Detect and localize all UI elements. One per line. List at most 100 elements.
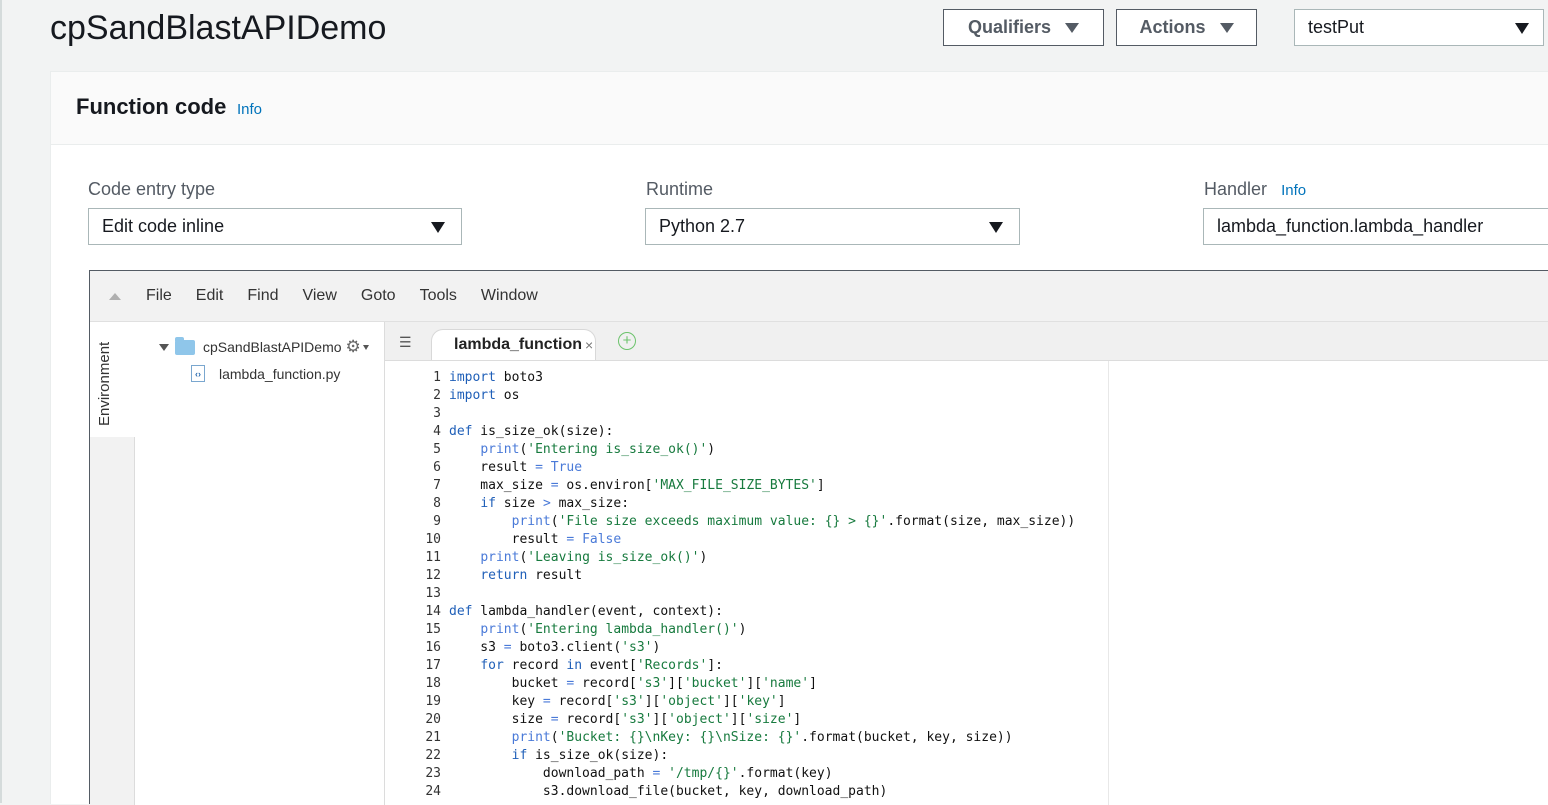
code-line: def lambda_handler(event, context):	[449, 604, 723, 619]
line-number: 23	[425, 766, 441, 781]
qualifiers-button[interactable]: Qualifiers	[943, 9, 1104, 46]
code-line: print('Entering is_size_ok()')	[480, 442, 716, 457]
expand-arrow-icon[interactable]	[159, 343, 169, 351]
handler-input[interactable]: lambda_function.lambda_handler	[1203, 208, 1548, 245]
collapse-icon[interactable]	[109, 293, 121, 300]
line-number: 7	[433, 478, 441, 493]
code-line: s3.download_file(bucket, key, download_p…	[449, 784, 888, 799]
code-line: size = record['s3']['object']['size']	[449, 712, 802, 727]
test-event-select[interactable]: testPut	[1294, 9, 1544, 46]
code-line: import os	[449, 388, 520, 403]
line-number: 21	[425, 730, 441, 745]
info-link[interactable]: Info	[237, 101, 262, 118]
add-tab-icon[interactable]: +	[618, 332, 636, 350]
line-number: 6	[433, 460, 441, 475]
line-number: 15	[425, 622, 441, 637]
code-line: return result	[480, 568, 583, 583]
code-line: print('File size exceeds maximum value: …	[511, 514, 1076, 529]
menu-tools[interactable]: Tools	[420, 287, 457, 305]
line-number: 16	[425, 640, 441, 655]
menu-file[interactable]: File	[146, 287, 172, 305]
line-number: 22	[425, 748, 441, 763]
code-line: for record in event['Records']:	[480, 658, 723, 673]
line-number: 2	[433, 388, 441, 403]
caret-down-icon	[1219, 22, 1234, 33]
line-number: 17	[425, 658, 441, 673]
tree-folder-row[interactable]: cpSandBlastAPIDemo ⚙	[159, 336, 369, 357]
handler-info-link[interactable]: Info	[1281, 182, 1306, 199]
close-icon[interactable]: ×	[585, 337, 593, 353]
line-number: 4	[433, 424, 441, 439]
code-line: max_size = os.environ['MAX_FILE_SIZE_BYT…	[449, 478, 825, 493]
function-code-panel: Function code Info Code entry type Edit …	[50, 71, 1548, 805]
code-line: key = record['s3']['object']['key']	[449, 694, 786, 709]
code-entry-type-label: Code entry type	[88, 179, 216, 199]
line-number: 1	[433, 370, 441, 385]
line-number: 9	[433, 514, 441, 529]
test-event-value: testPut	[1308, 17, 1365, 37]
code-line: if size > max_size:	[480, 496, 630, 511]
code-editor[interactable]: 1 2 3 4 5 6 7 8 9 10 11 12 13 14 15 16 17 18 19 20 21 22 23 24 …	[385, 361, 1548, 805]
runtime-value: Python 2.7	[659, 216, 746, 236]
code-editor-ide: File Edit Find View Goto Tools Window En…	[89, 270, 1548, 805]
tab-label: lambda_function	[454, 336, 583, 353]
print-margin	[1108, 361, 1109, 805]
handler-label: Handler	[1204, 179, 1268, 199]
menu-find[interactable]: Find	[247, 287, 278, 305]
line-number: 12	[425, 568, 441, 583]
line-number-gutter: 1 2 3 4 5 6 7 8 9 10 11 12 13 14 15 16 17 18 19 20 21 22 23 24	[385, 369, 441, 801]
line-number: 19	[425, 694, 441, 709]
line-number: 14	[425, 604, 441, 619]
tab-lambda-function[interactable]: lambda_function ×	[431, 329, 596, 360]
runtime-label: Runtime	[646, 179, 714, 199]
line-number: 3	[433, 406, 441, 421]
page-title: cpSandBlastAPIDemo	[50, 9, 387, 47]
environment-tab[interactable]: Environment	[90, 322, 135, 437]
line-number: 20	[425, 712, 441, 727]
menu-window[interactable]: Window	[481, 287, 538, 305]
code-line: result = True	[449, 460, 583, 475]
runtime-select[interactable]: Python 2.7	[645, 208, 1020, 245]
environment-sidebar: Environment	[90, 322, 135, 805]
folder-name: cpSandBlastAPIDemo	[203, 339, 342, 355]
actions-label: Actions	[1139, 17, 1206, 37]
code-line: result = False	[449, 532, 622, 547]
code-line: download_path = '/tmp/{}'.format(key)	[449, 766, 833, 781]
code-content[interactable]: import boto3 import os def is_size_ok(siz…	[449, 369, 1075, 801]
left-border	[0, 0, 2, 803]
python-file-icon: ‹›	[191, 365, 205, 382]
menu-goto[interactable]: Goto	[361, 287, 396, 305]
file-tree: cpSandBlastAPIDemo ⚙ ‹› lambda_function.…	[135, 322, 385, 805]
folder-icon	[175, 336, 195, 355]
code-line: s3 = boto3.client('s3')	[449, 640, 661, 655]
panel-header: Function code Info	[51, 72, 1548, 145]
code-line: import boto3	[449, 370, 543, 385]
handler-label-row: Handler Info	[1204, 179, 1306, 200]
menu-view[interactable]: View	[302, 287, 336, 305]
code-line: def is_size_ok(size):	[449, 424, 614, 439]
caret-down-icon	[1065, 22, 1080, 33]
line-number: 8	[433, 496, 441, 511]
environment-tab-label: Environment	[96, 341, 113, 426]
line-number: 18	[425, 676, 441, 691]
code-line: bucket = record['s3']['bucket']['name']	[449, 676, 817, 691]
line-number: 10	[425, 532, 441, 547]
caret-down-icon	[362, 344, 369, 350]
code-entry-type-value: Edit code inline	[102, 216, 225, 236]
menu-edit[interactable]: Edit	[196, 287, 224, 305]
caret-down-icon	[989, 222, 1003, 233]
gear-icon[interactable]: ⚙	[346, 337, 361, 357]
editor-tab-bar: ☰ lambda_function × +	[385, 322, 1548, 361]
qualifiers-label: Qualifiers	[967, 17, 1052, 37]
caret-down-icon	[1515, 23, 1529, 34]
code-entry-type-select[interactable]: Edit code inline	[88, 208, 462, 245]
line-number: 13	[425, 586, 441, 601]
caret-down-icon	[431, 222, 445, 233]
handler-value: lambda_function.lambda_handler	[1217, 216, 1484, 236]
tab-list-icon[interactable]: ☰	[399, 334, 412, 351]
actions-button[interactable]: Actions	[1116, 9, 1257, 46]
line-number: 5	[433, 442, 441, 457]
tree-file-row[interactable]: ‹› lambda_function.py	[191, 365, 340, 382]
